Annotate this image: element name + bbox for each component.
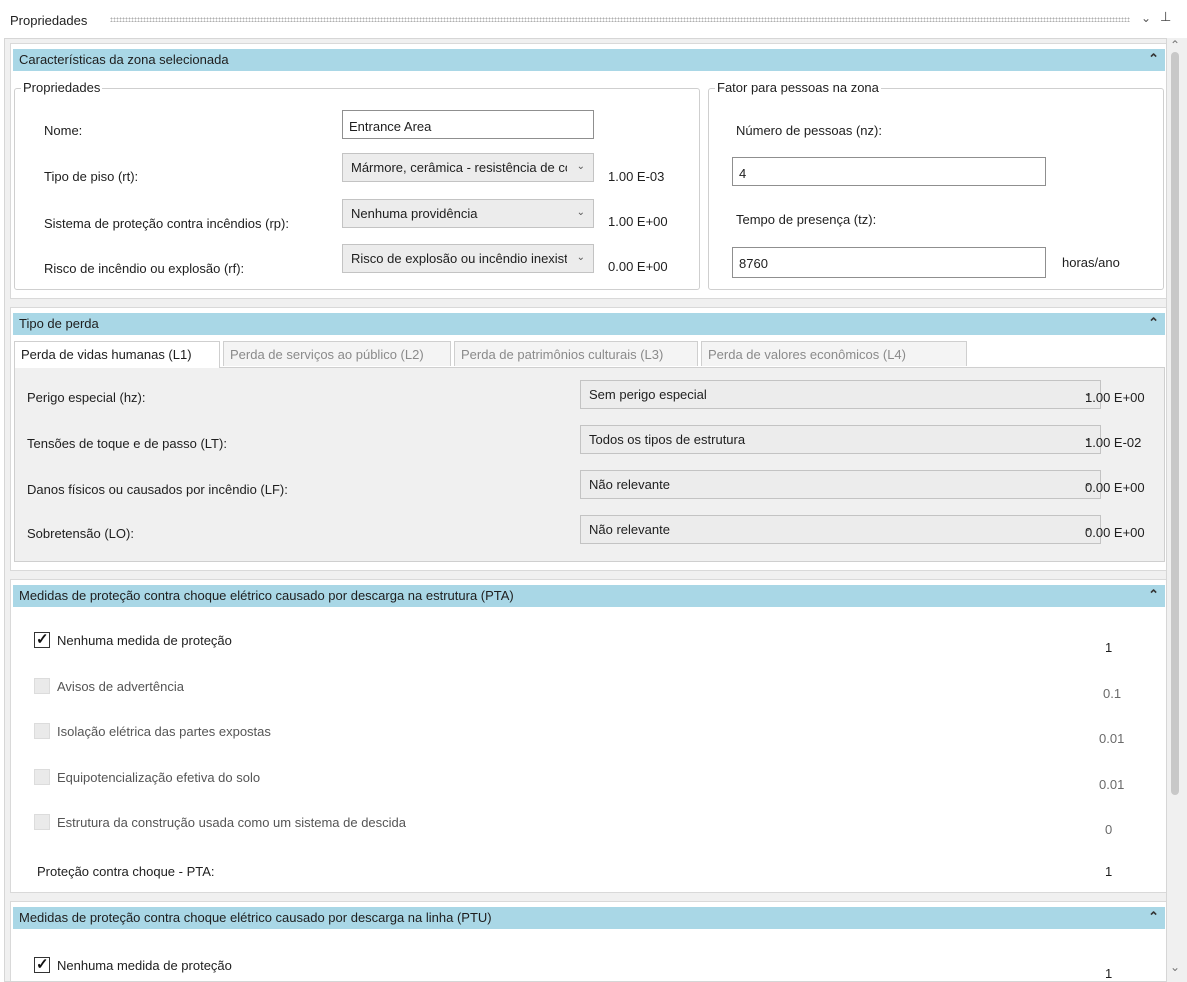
tab-loss-l2[interactable]: Perda de serviços ao público (L2) bbox=[223, 341, 451, 366]
fire-system-value: Nenhuma providência bbox=[351, 206, 478, 221]
pta-none-value: 1 bbox=[1105, 640, 1113, 655]
fire-system-label: Sistema de proteção contra incêndios (rp… bbox=[44, 216, 289, 231]
touch-step-value: Todos os tipos de estrutura bbox=[589, 432, 746, 447]
pta-equipotential-checkbox[interactable] bbox=[34, 769, 50, 785]
scrollbar-thumb[interactable] bbox=[1171, 52, 1179, 795]
physical-damage-value: Não relevante bbox=[589, 477, 670, 492]
fire-system-select[interactable]: Nenhuma providência ⌄ bbox=[342, 199, 594, 228]
physical-damage-label: Danos físicos ou causados por incêndio (… bbox=[27, 482, 288, 497]
chevron-up-icon[interactable]: ⌃ bbox=[1148, 51, 1159, 67]
floor-type-value: Mármore, cerâmica - resistência de conta… bbox=[351, 160, 567, 175]
pta-total-value: 1 bbox=[1105, 864, 1113, 879]
overvoltage-select[interactable]: Não relevante ⌄ bbox=[580, 515, 1101, 544]
touch-step-label: Tensões de toque e de passo (LT): bbox=[27, 436, 227, 451]
pta-section-header[interactable]: Medidas de proteção contra choque elétri… bbox=[13, 585, 1165, 607]
tab-loss-l1[interactable]: Perda de vidas humanas (L1) bbox=[14, 341, 220, 368]
overvoltage-label: Sobretensão (LO): bbox=[27, 526, 134, 541]
special-hazard-value: Sem perigo especial bbox=[589, 387, 707, 402]
overvoltage-factor: 0.00 E+00 bbox=[1085, 525, 1145, 540]
physical-damage-select[interactable]: Não relevante ⌄ bbox=[580, 470, 1101, 499]
title-grip[interactable] bbox=[110, 17, 1130, 22]
overvoltage-value: Não relevante bbox=[589, 522, 670, 537]
fire-risk-factor: 0.00 E+00 bbox=[608, 259, 668, 274]
loss-section: Tipo de perda ⌃ Perda de vidas humanas (… bbox=[10, 307, 1166, 571]
properties-group: Propriedades Nome: Entrance Area Tipo de… bbox=[14, 80, 700, 290]
people-count-field[interactable]: 4 bbox=[732, 157, 1046, 186]
physical-damage-factor: 0.00 E+00 bbox=[1085, 480, 1145, 495]
panel-title: Propriedades bbox=[10, 13, 88, 28]
loss-section-header[interactable]: Tipo de perda ⌃ bbox=[13, 313, 1165, 335]
loss-section-title: Tipo de perda bbox=[19, 316, 99, 331]
pin-icon[interactable]: ⊥ bbox=[1160, 9, 1171, 25]
ptu-none-label: Nenhuma medida de proteção bbox=[57, 958, 232, 973]
ptu-none-value: 1 bbox=[1105, 966, 1113, 981]
touch-step-factor: 1.00 E-02 bbox=[1085, 435, 1142, 450]
name-label: Nome: bbox=[44, 123, 83, 138]
zone-section: Características da zona selecionada ⌃ Pr… bbox=[10, 43, 1166, 299]
chevron-down-icon: ⌄ bbox=[576, 207, 585, 218]
tab-loss-l3[interactable]: Perda de patrimônios culturais (L3) bbox=[454, 341, 698, 366]
special-hazard-factor: 1.00 E+00 bbox=[1085, 390, 1145, 405]
people-group: Fator para pessoas na zona Número de pes… bbox=[708, 80, 1164, 290]
zone-section-title: Características da zona selecionada bbox=[19, 52, 229, 67]
floor-type-select[interactable]: Mármore, cerâmica - resistência de conta… bbox=[342, 153, 594, 182]
floor-type-factor: 1.00 E-03 bbox=[608, 169, 665, 184]
checkmark-icon: ✓ bbox=[36, 956, 49, 973]
ptu-section: Medidas de proteção contra choque elétri… bbox=[10, 901, 1166, 981]
people-group-title: Fator para pessoas na zona bbox=[715, 80, 881, 95]
name-field[interactable]: Entrance Area bbox=[342, 110, 594, 139]
ptu-section-header[interactable]: Medidas de proteção contra choque elétri… bbox=[13, 907, 1165, 929]
scroll-up-icon[interactable]: ⌃ bbox=[1170, 38, 1180, 52]
presence-time-label: Tempo de presença (tz): bbox=[736, 212, 877, 227]
loss-tabs: Perda de vidas humanas (L1) Perda de ser… bbox=[14, 341, 1165, 369]
special-hazard-select[interactable]: Sem perigo especial ⌄ bbox=[580, 380, 1101, 409]
pta-warnings-label: Avisos de advertência bbox=[57, 679, 184, 694]
chevron-down-icon: ⌄ bbox=[576, 161, 585, 172]
chevron-up-icon[interactable]: ⌃ bbox=[1148, 587, 1159, 603]
loss-tab-panel: Perigo especial (hz): Sem perigo especia… bbox=[14, 367, 1165, 562]
properties-content: Características da zona selecionada ⌃ Pr… bbox=[4, 38, 1167, 982]
pta-warnings-value: 0.1 bbox=[1103, 686, 1122, 701]
ptu-section-title: Medidas de proteção contra choque elétri… bbox=[19, 910, 492, 925]
pta-warnings-checkbox[interactable] bbox=[34, 678, 50, 694]
presence-time-unit: horas/ano bbox=[1062, 255, 1120, 270]
pta-insulation-checkbox[interactable] bbox=[34, 723, 50, 739]
ptu-none-checkbox[interactable]: ✓ bbox=[34, 956, 50, 973]
pta-total-label: Proteção contra choque - PTA: bbox=[37, 864, 215, 879]
touch-step-select[interactable]: Todos os tipos de estrutura ⌄ bbox=[580, 425, 1101, 454]
pta-structure-label: Estrutura da construção usada como um si… bbox=[57, 815, 407, 830]
fire-system-factor: 1.00 E+00 bbox=[608, 214, 668, 229]
pta-section: Medidas de proteção contra choque elétri… bbox=[10, 579, 1166, 893]
fire-risk-value: Risco de explosão ou incêndio inexistent… bbox=[351, 251, 567, 266]
pta-none-label: Nenhuma medida de proteção bbox=[57, 633, 232, 648]
pta-none-checkbox[interactable]: ✓ bbox=[34, 631, 50, 648]
fire-risk-label: Risco de incêndio ou explosão (rf): bbox=[44, 261, 245, 276]
pta-structure-value: 0 bbox=[1105, 822, 1113, 837]
pta-equipotential-value: 0.01 bbox=[1099, 777, 1125, 792]
pta-insulation-value: 0.01 bbox=[1099, 731, 1125, 746]
chevron-up-icon[interactable]: ⌃ bbox=[1148, 315, 1159, 331]
chevron-down-icon[interactable]: ⌄ bbox=[1141, 11, 1151, 25]
presence-time-field[interactable]: 8760 bbox=[732, 247, 1046, 278]
fire-risk-select[interactable]: Risco de explosão ou incêndio inexistent… bbox=[342, 244, 594, 273]
chevron-up-icon[interactable]: ⌃ bbox=[1148, 909, 1159, 925]
pta-structure-checkbox[interactable] bbox=[34, 814, 50, 830]
floor-type-label: Tipo de piso (rt): bbox=[44, 169, 139, 184]
chevron-down-icon: ⌄ bbox=[576, 252, 585, 263]
special-hazard-label: Perigo especial (hz): bbox=[27, 390, 146, 405]
tab-loss-l4[interactable]: Perda de valores econômicos (L4) bbox=[701, 341, 967, 366]
scroll-down-icon[interactable]: ⌄ bbox=[1170, 960, 1180, 974]
properties-group-title: Propriedades bbox=[21, 80, 103, 95]
pta-section-title: Medidas de proteção contra choque elétri… bbox=[19, 588, 514, 603]
pta-insulation-label: Isolação elétrica das partes expostas bbox=[57, 724, 271, 739]
zone-section-header[interactable]: Características da zona selecionada ⌃ bbox=[13, 49, 1165, 71]
checkmark-icon: ✓ bbox=[36, 631, 49, 648]
people-count-label: Número de pessoas (nz): bbox=[736, 123, 882, 138]
pta-equipotential-label: Equipotencialização efetiva do solo bbox=[57, 770, 261, 785]
